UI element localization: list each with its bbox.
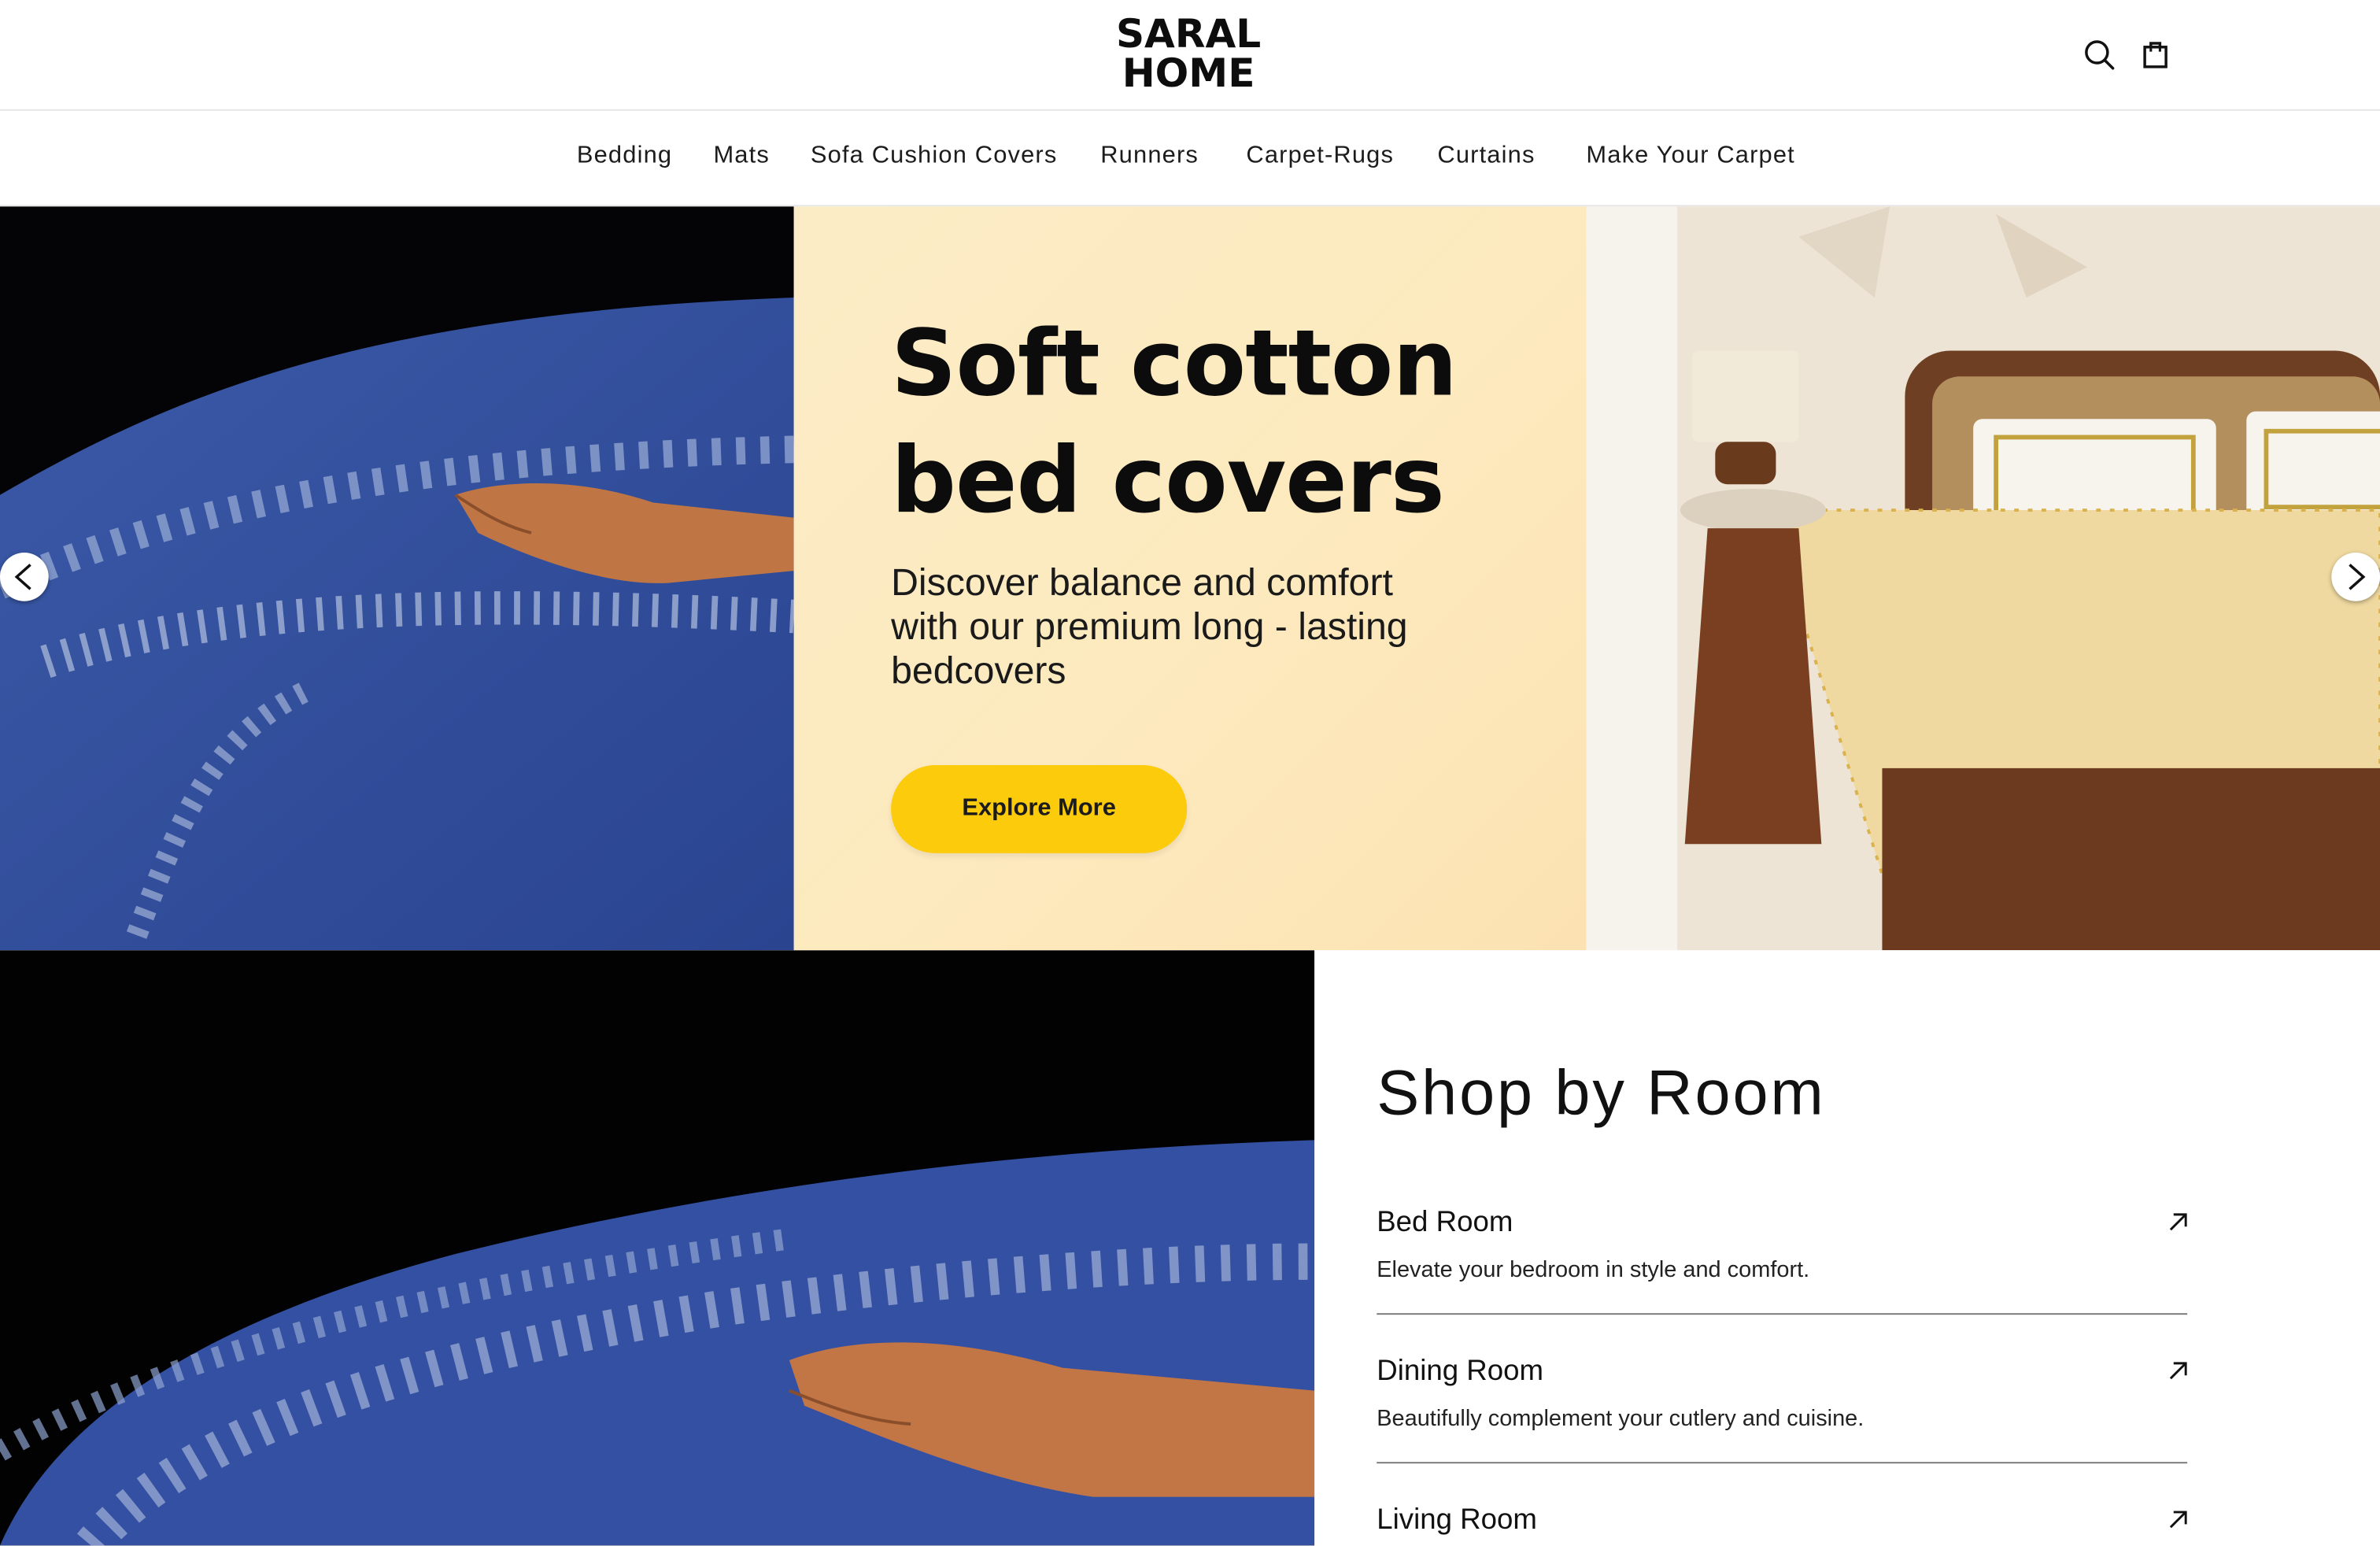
nav-item-curtains[interactable]: Curtains [1437, 142, 1535, 170]
arrow-up-right-icon [2166, 1359, 2190, 1383]
room-link-bed-room[interactable]: Bed Room Elevate your bedroom in style a… [1377, 1207, 2190, 1316]
nav-item-make-your-carpet[interactable]: Make Your Carpet [1586, 142, 1795, 170]
room-name: Dining Room [1377, 1356, 1544, 1388]
divider [1377, 1462, 2188, 1464]
carousel-next-button[interactable] [2331, 553, 2380, 601]
hero-subtitle: Discover balance and comfort with our pr… [891, 561, 1408, 693]
room-name: Living Room [1377, 1504, 1537, 1537]
arrow-up-right-icon [2166, 1507, 2190, 1532]
divider [1377, 1313, 2188, 1315]
hero-title: Soft cotton bed covers [891, 307, 1528, 541]
nav-item-runners[interactable]: Runners [1100, 142, 1199, 170]
site-header: SARAL HOME [0, 0, 2380, 111]
hero-bedcover-image [0, 206, 794, 951]
nav-item-carpet-rugs[interactable]: Carpet-Rugs [1246, 142, 1394, 170]
room-description: Beautifully complement your cutlery and … [1377, 1405, 1864, 1432]
arrow-up-right-icon [2166, 1210, 2190, 1234]
nav-item-sofa-cushion-covers[interactable]: Sofa Cushion Covers [811, 142, 1058, 170]
room-link-living-room[interactable]: Living Room [1377, 1504, 2187, 1545]
shop-by-room-image [0, 950, 1315, 1546]
shop-by-room-title: Shop by Room [1377, 1056, 1826, 1128]
carousel-prev-button[interactable] [0, 553, 49, 601]
logo-line-1: SARAL [1115, 12, 1262, 58]
hero-promo-panel: Soft cotton bed covers Discover balance … [793, 206, 1587, 951]
room-link-dining-room[interactable]: Dining Room Beautifully complement your … [1377, 1356, 2190, 1465]
hero-banner: Soft cotton bed covers Discover balance … [0, 206, 2380, 951]
nav-item-mats[interactable]: Mats [713, 142, 770, 170]
main-navigation: Bedding Mats Sofa Cushion Covers Runners… [0, 110, 2380, 207]
room-description: Elevate your bedroom in style and comfor… [1377, 1256, 1810, 1283]
hero-title-line-2: bed covers [891, 427, 1445, 534]
room-name: Bed Room [1377, 1207, 1513, 1239]
shop-by-room-section: Shop by Room Bed Room Elevate your bedro… [1314, 950, 2380, 1546]
saral-home-logo[interactable]: SARAL HOME [1103, 15, 1273, 97]
nav-item-bedding[interactable]: Bedding [577, 142, 672, 170]
explore-more-button[interactable]: Explore More [891, 765, 1188, 853]
shopping-bag-icon[interactable] [2137, 36, 2173, 72]
hero-title-line-1: Soft cotton [891, 311, 1458, 418]
logo-line-2: HOME [1122, 51, 1255, 98]
search-icon[interactable] [2081, 36, 2117, 72]
logo-wordmark: SARAL HOME [1103, 15, 1273, 94]
hero-bedroom-image [1586, 206, 2380, 951]
